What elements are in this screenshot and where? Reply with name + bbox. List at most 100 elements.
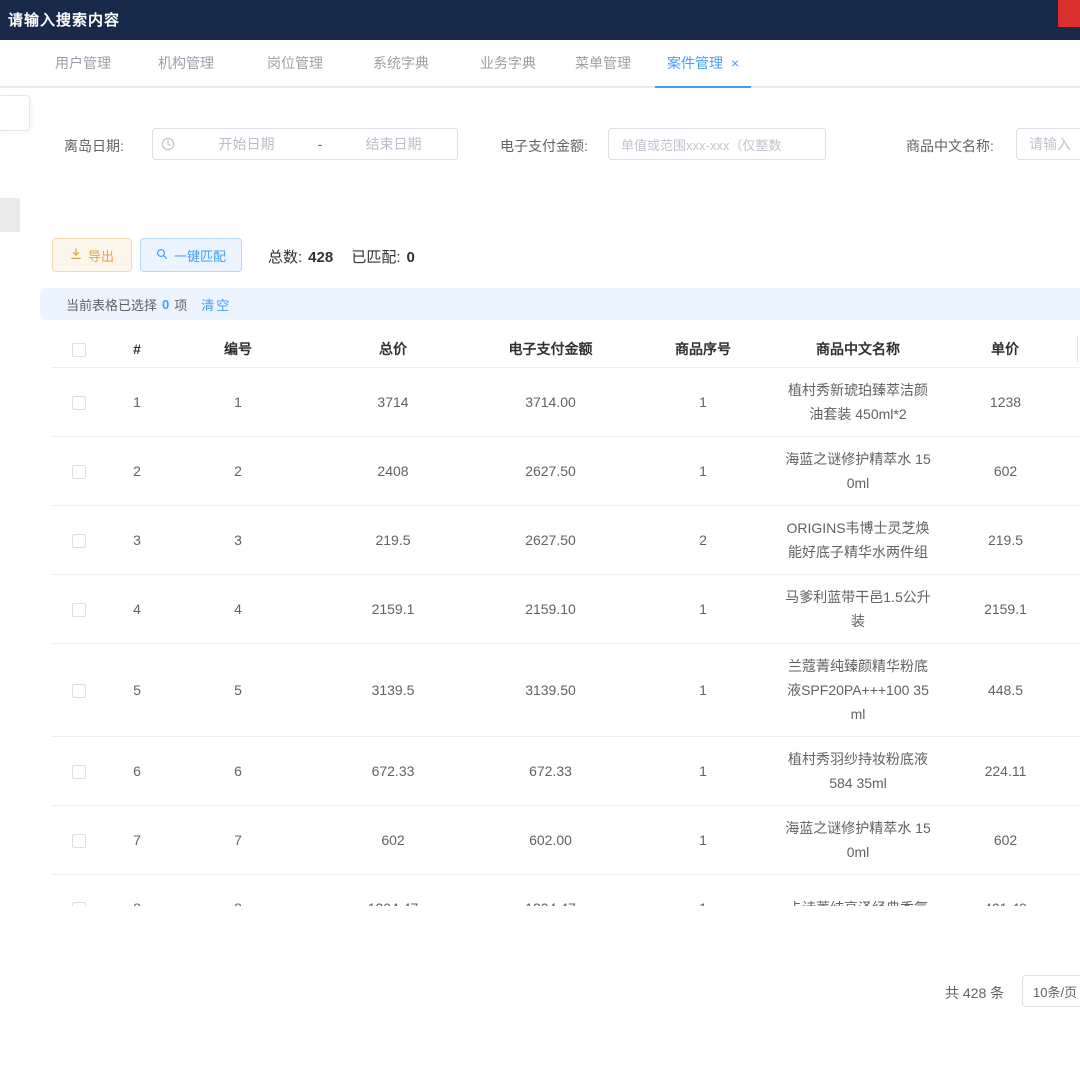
row-epay-amount: 672.33: [478, 763, 623, 779]
tab-user-management[interactable]: 用户管理: [55, 40, 111, 86]
clock-icon: [153, 137, 183, 151]
match-stats: 总数: 428 已匹配: 0: [268, 246, 415, 267]
row-product-name: 海蓝之谜修护精萃水 150ml: [783, 806, 933, 874]
collapsed-panel-corner: [0, 95, 30, 131]
row-code: 7: [168, 832, 308, 848]
table-row: 33219.52627.502ORIGINS韦博士灵芝焕能好底子精华水两件组21…: [52, 506, 1080, 575]
row-code: 1: [168, 394, 308, 410]
row-checkbox[interactable]: [72, 834, 86, 848]
row-product-seq: 1: [623, 900, 783, 906]
row-epay-amount: 2627.50: [478, 532, 623, 548]
row-code: 3: [168, 532, 308, 548]
row-product-name: 马爹利蓝带干邑1.5公升装: [783, 575, 933, 643]
col-index: #: [106, 341, 168, 357]
tab-post-management[interactable]: 岗位管理: [267, 40, 323, 86]
row-product-name: ORIGINS韦博士灵芝焕能好底子精华水两件组: [783, 506, 933, 574]
row-product-name: 植村秀羽纱持妆粉底液 584 35ml: [783, 737, 933, 805]
export-button[interactable]: 导出: [52, 238, 132, 272]
row-code: 6: [168, 763, 308, 779]
product-name-label: 商品中文名称:: [906, 136, 994, 156]
departure-date-range-input[interactable]: 开始日期 - 结束日期: [152, 128, 458, 160]
export-button-label: 导出: [88, 246, 114, 265]
row-unit-price: 1238: [933, 394, 1078, 410]
row-total-price: 3714: [308, 394, 478, 410]
row-epay-amount: 2159.10: [478, 601, 623, 617]
tab-case-management[interactable]: 案件管理×: [655, 40, 751, 88]
download-icon: [70, 248, 82, 263]
tab-bar: 用户管理 机构管理 岗位管理 系统字典 业务字典 菜单管理 案件管理×: [0, 40, 1080, 88]
row-index: 6: [106, 763, 168, 779]
total-label: 总数:: [268, 249, 302, 266]
col-epay-amount: 电子支付金额: [478, 339, 623, 359]
row-index: 4: [106, 601, 168, 617]
page-size-value: 10条/页: [1033, 982, 1077, 1001]
row-epay-amount: 1204.47: [478, 900, 623, 906]
global-search-input[interactable]: 请输入搜索内容: [8, 9, 120, 30]
row-checkbox[interactable]: [72, 765, 86, 779]
date-range-separator: -: [310, 136, 330, 152]
row-code: 4: [168, 601, 308, 617]
end-date-placeholder[interactable]: 结束日期: [330, 134, 457, 154]
tab-org-management[interactable]: 机构管理: [158, 40, 214, 86]
row-epay-amount: 3139.50: [478, 682, 623, 698]
epay-amount-input[interactable]: 单值或范围xxx-xxx（仅整数: [608, 128, 826, 160]
table-row: 2224082627.501海蓝之谜修护精萃水 150ml602: [52, 437, 1080, 506]
row-total-price: 1204.47: [308, 900, 478, 906]
row-index: 2: [106, 463, 168, 479]
matched-label: 已匹配:: [351, 249, 400, 266]
row-code: 5: [168, 682, 308, 698]
row-total-price: 2408: [308, 463, 478, 479]
row-checkbox[interactable]: [72, 396, 86, 410]
col-total-price: 总价: [308, 339, 478, 359]
row-total-price: 602: [308, 832, 478, 848]
row-checkbox[interactable]: [72, 902, 86, 906]
departure-date-label: 离岛日期:: [64, 136, 124, 156]
row-product-seq: 1: [623, 463, 783, 479]
product-name-input[interactable]: 请输入: [1016, 128, 1080, 160]
row-checkbox[interactable]: [72, 603, 86, 617]
row-product-seq: 1: [623, 394, 783, 410]
row-product-seq: 1: [623, 601, 783, 617]
row-code: 2: [168, 463, 308, 479]
start-date-placeholder[interactable]: 开始日期: [183, 134, 310, 154]
left-grey-patch: [0, 198, 20, 232]
row-unit-price: 448.5: [933, 682, 1078, 698]
row-checkbox[interactable]: [72, 534, 86, 548]
row-total-price: 2159.1: [308, 601, 478, 617]
select-all-checkbox[interactable]: [72, 343, 86, 357]
one-click-match-button[interactable]: 一键匹配: [140, 238, 242, 272]
row-product-seq: 1: [623, 763, 783, 779]
row-product-seq: 1: [623, 682, 783, 698]
tab-system-dict[interactable]: 系统字典: [373, 40, 429, 86]
row-epay-amount: 2627.50: [478, 463, 623, 479]
row-product-seq: 1: [623, 832, 783, 848]
table-row: 66672.33672.331植村秀羽纱持妆粉底液 584 35ml224.11: [52, 737, 1080, 806]
selection-info-bar: 当前表格已选择 0 项 清空: [40, 288, 1080, 320]
matched-value: 0: [407, 249, 415, 266]
search-icon: [156, 248, 168, 263]
row-product-seq: 2: [623, 532, 783, 548]
epay-amount-label: 电子支付金额:: [500, 136, 588, 156]
row-product-name: 卡诗菁纯亮泽经典香氛: [783, 886, 933, 906]
selection-suffix: 项: [174, 295, 187, 314]
total-value: 428: [308, 249, 333, 266]
row-total-price: 3139.5: [308, 682, 478, 698]
tab-menu-management[interactable]: 菜单管理: [575, 40, 631, 86]
col-code: 编号: [168, 339, 308, 359]
record-total-text: 共 428 条: [945, 983, 1004, 1003]
clear-selection-link[interactable]: 清空: [201, 295, 231, 314]
table-row: 442159.12159.101马爹利蓝带干邑1.5公升装2159.1: [52, 575, 1080, 644]
row-checkbox[interactable]: [72, 465, 86, 479]
tab-business-dict[interactable]: 业务字典: [480, 40, 536, 86]
row-index: 8: [106, 900, 168, 906]
close-tab-icon[interactable]: ×: [731, 55, 739, 71]
case-table: # 编号 总价 电子支付金额 商品序号 商品中文名称 单价 1137143714…: [52, 330, 1080, 906]
table-row: 1137143714.001植村秀新琥珀臻萃洁颜油套装 450ml*21238: [52, 368, 1080, 437]
page-size-select[interactable]: 10条/页: [1022, 975, 1080, 1007]
col-unit-price: 单价: [933, 336, 1078, 362]
product-name-placeholder: 请输入: [1029, 134, 1071, 154]
table-row: 77602602.001海蓝之谜修护精萃水 150ml602: [52, 806, 1080, 875]
table-header-row: # 编号 总价 电子支付金额 商品序号 商品中文名称 单价: [52, 330, 1080, 368]
one-click-match-label: 一键匹配: [174, 246, 226, 265]
row-checkbox[interactable]: [72, 684, 86, 698]
